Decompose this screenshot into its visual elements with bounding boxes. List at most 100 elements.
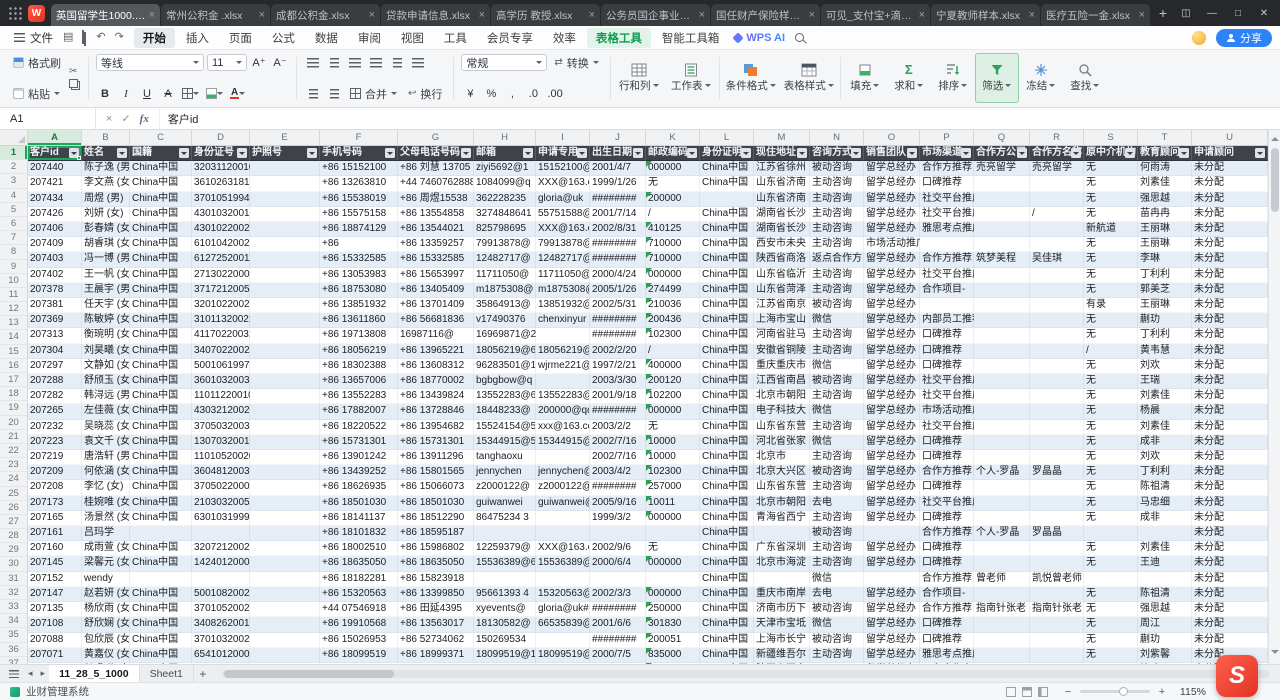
header-cell[interactable]: 国籍 [130, 146, 192, 161]
column-header-E[interactable]: E [250, 130, 320, 145]
row-header-36[interactable]: 36 [0, 643, 27, 657]
column-header-R[interactable]: R [1030, 130, 1084, 145]
insert-function-icon[interactable]: fx [140, 113, 149, 125]
cell[interactable]: 未分配 [1192, 556, 1268, 571]
cell[interactable]: 32010220020531242X [192, 298, 250, 313]
cell[interactable]: China中国 [700, 298, 754, 313]
cell[interactable] [250, 435, 320, 450]
cell[interactable]: 835000 [646, 648, 700, 663]
cell[interactable]: 207135 [28, 602, 82, 617]
wps-logo[interactable]: W [28, 5, 45, 22]
cell[interactable]: China中国 [700, 511, 754, 526]
cell[interactable] [1030, 420, 1084, 435]
cell[interactable]: 主动咨询 [810, 556, 864, 571]
cell[interactable]: 袁文千 (女 [82, 435, 130, 450]
cell[interactable]: 未分配 [1192, 283, 1268, 298]
cell[interactable] [1030, 480, 1084, 495]
increase-indent-icon[interactable] [325, 85, 343, 102]
cell[interactable]: 2000/7/5 [590, 648, 646, 663]
cell[interactable] [250, 556, 320, 571]
cell[interactable]: 142401200006041426 [192, 556, 250, 571]
tab-页面[interactable]: 页面 [220, 28, 261, 48]
filter-dropdown-icon[interactable] [961, 148, 971, 158]
filter-dropdown-icon[interactable] [1255, 148, 1265, 158]
cell[interactable] [974, 268, 1030, 283]
cell[interactable]: 未分配 [1192, 450, 1268, 465]
cell[interactable]: +86 18501030 [398, 496, 474, 511]
cell[interactable]: 未分配 [1192, 298, 1268, 313]
cell[interactable]: 无 [646, 541, 700, 556]
cell[interactable]: China中国 [130, 435, 192, 450]
cell[interactable]: China中国 [130, 389, 192, 404]
cell[interactable]: 主动咨询 [810, 328, 864, 343]
cell[interactable]: 苗冉冉 [1138, 207, 1192, 222]
cell[interactable] [1030, 389, 1084, 404]
row-header-21[interactable]: 21 [0, 430, 27, 444]
cell[interactable]: 主动咨询 [810, 541, 864, 556]
cell[interactable]: / [1030, 207, 1084, 222]
cell[interactable]: XXX@163.c [536, 176, 590, 191]
cell[interactable] [920, 298, 974, 313]
cell[interactable]: 207402 [28, 268, 82, 283]
find-button[interactable]: 查找 [1063, 53, 1107, 103]
cell[interactable]: 主动咨询 [810, 480, 864, 495]
cell[interactable]: China中国 [130, 587, 192, 602]
apps-grid-icon[interactable] [8, 6, 22, 20]
cell[interactable]: 无 [1084, 359, 1138, 374]
cell[interactable]: 未分配 [1192, 268, 1268, 283]
column-header-K[interactable]: K [646, 130, 700, 145]
cell[interactable]: 207219 [28, 450, 82, 465]
cell[interactable]: 未分配 [1192, 344, 1268, 359]
cell[interactable]: +86 13701409 [398, 298, 474, 313]
cell[interactable]: 1999/1/26 [590, 176, 646, 191]
cell[interactable]: 口碑推荐 [920, 617, 974, 632]
close-tab-icon[interactable]: × [589, 9, 595, 21]
cell[interactable]: 207406 [28, 222, 82, 237]
cell[interactable]: 衡琬明 (女 [82, 328, 130, 343]
cell[interactable]: 2003/3/30 [590, 374, 646, 389]
number-format-select[interactable]: 常规 [461, 54, 547, 71]
cell[interactable]: 无 [1084, 541, 1138, 556]
cell[interactable]: 被动咨询 [810, 374, 864, 389]
cell[interactable]: 口碑推荐 [920, 435, 974, 450]
cell[interactable]: 合作方推荐 [920, 572, 974, 587]
column-header-N[interactable]: N [810, 130, 864, 145]
row-header-17[interactable]: 17 [0, 373, 27, 387]
cell[interactable]: 社交平台推广 [920, 374, 974, 389]
cell[interactable]: 2002/5/31 [590, 298, 646, 313]
cell[interactable]: 未分配 [1192, 465, 1268, 480]
cell[interactable]: 丁利利 [1138, 268, 1192, 283]
cell[interactable]: 79913878@ [536, 237, 590, 252]
close-tab-icon[interactable]: × [149, 9, 155, 21]
header-cell[interactable]: 申请顾问 [1192, 146, 1268, 161]
font-size-select[interactable]: 11 [207, 54, 247, 71]
cell[interactable]: China中国 [130, 359, 192, 374]
cell[interactable]: 社交平台推广 [920, 268, 974, 283]
cell[interactable]: 口碑推荐 [920, 344, 974, 359]
cell[interactable]: 310113200211152925 [192, 313, 250, 328]
cell[interactable]: 11711050@ [474, 268, 536, 283]
cell[interactable]: 山东省济南 [754, 176, 810, 191]
column-header-O[interactable]: O [864, 130, 920, 145]
header-cell[interactable]: 教育顾问 [1138, 146, 1192, 161]
cell[interactable]: 无 [1084, 328, 1138, 343]
cell[interactable]: +86 13359257 [398, 237, 474, 252]
cell[interactable]: 未分配 [1192, 587, 1268, 602]
column-header-A[interactable]: A [28, 130, 82, 145]
cell[interactable]: hrq153199@ [536, 663, 590, 664]
column-header-Q[interactable]: Q [974, 130, 1030, 145]
cell[interactable]: China中国 [130, 344, 192, 359]
cell[interactable]: +86 15320563 [320, 587, 398, 602]
cell[interactable]: 主动咨询 [810, 268, 864, 283]
cell[interactable]: +86 18595187 [398, 526, 474, 541]
cell[interactable] [250, 663, 320, 664]
cell[interactable] [646, 572, 700, 587]
cell[interactable]: 强思越 [1138, 192, 1192, 207]
row-header-34[interactable]: 34 [0, 614, 27, 628]
cell[interactable]: 207108 [28, 617, 82, 632]
cell[interactable] [1030, 298, 1084, 313]
cell[interactable]: China中国 [130, 496, 192, 511]
cell[interactable]: +86 刘慧 13705 [398, 161, 474, 176]
cell[interactable]: 1084099@q [474, 176, 536, 191]
cell[interactable] [1030, 268, 1084, 283]
